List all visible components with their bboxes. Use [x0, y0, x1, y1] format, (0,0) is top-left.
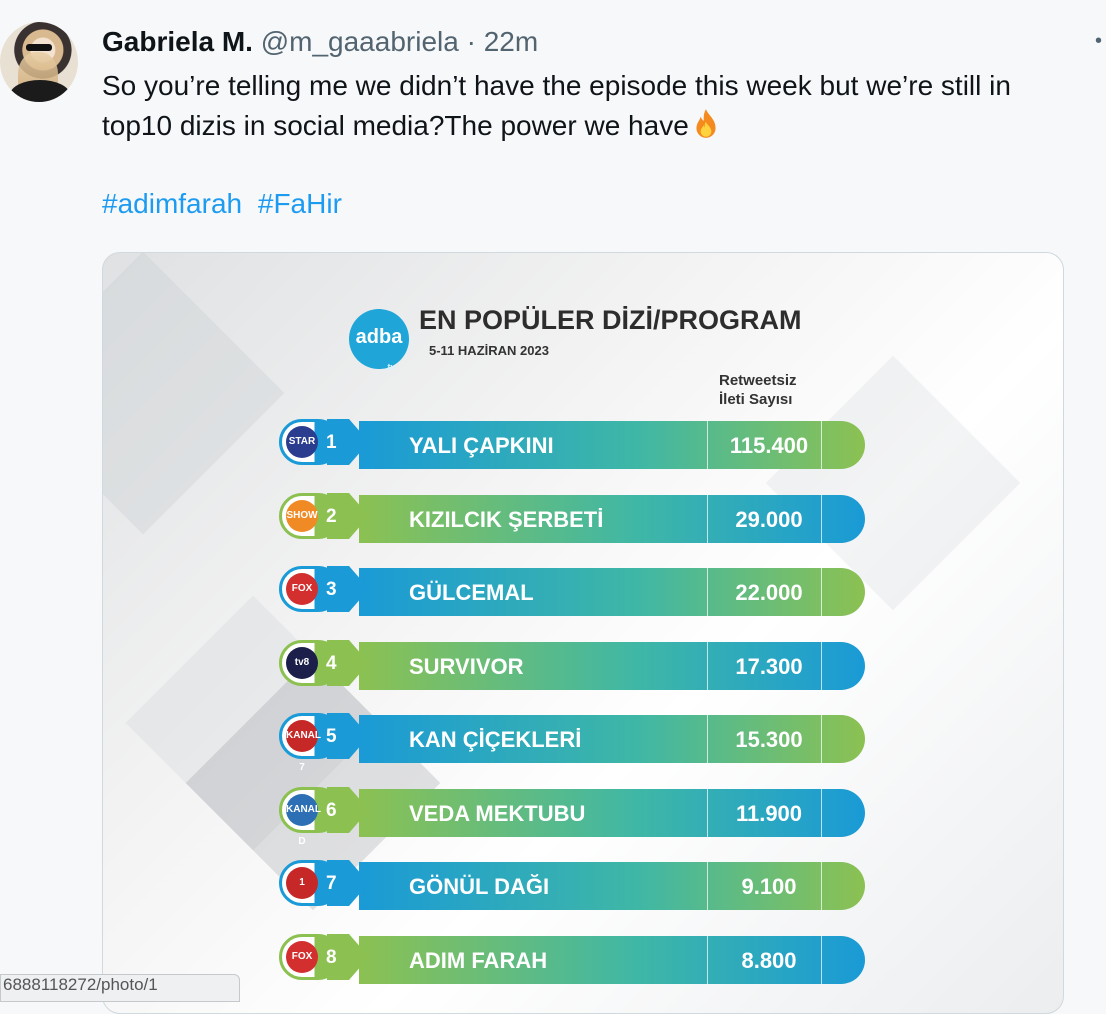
ranking-bar: VEDA MEKTUBU 11.900 — [359, 788, 865, 837]
rank-badge: KANAL D6 — [279, 786, 341, 847]
ranking-bar: KAN ÇİÇEKLERİ 15.300 — [359, 715, 865, 763]
post-count: 11.900 — [735, 800, 803, 826]
rank-badge: STAR 1 — [279, 419, 341, 465]
fire-icon — [696, 109, 716, 138]
tweet-text-line-2: top10 dizis in social media?The power we… — [102, 106, 1106, 146]
tweet-text-line-2-content: top10 dizis in social media?The power we… — [102, 110, 689, 141]
status-bar-url: 6888118272/photo/1 — [0, 974, 240, 1002]
rank-number: 5 — [326, 726, 337, 747]
ranking-row: KAN ÇİÇEKLERİ 15.300 KANAL 75 — [279, 713, 869, 773]
tweet-media-image[interactable]: adba .tv EN POPÜLER DİZİ/PROGRAM 5-11 HA… — [102, 252, 1064, 1014]
bar-divider — [821, 788, 822, 837]
tweet-header: Gabriela M. @m_gaaabriela · 22m — [102, 26, 538, 58]
channel-logo: tv8 — [286, 646, 318, 679]
rank-number: 1 — [326, 432, 337, 453]
rank-number: 6 — [326, 799, 337, 821]
ranking-row: GÖNÜL DAĞI 9.100 1 7 — [279, 860, 869, 912]
bar-divider — [821, 862, 822, 910]
post-count: 29.000 — [735, 506, 803, 532]
post-count: 15.300 — [735, 727, 803, 752]
column-header-line-2: İleti Sayısı — [719, 391, 793, 408]
bar-divider — [821, 568, 822, 616]
bar-divider — [707, 862, 708, 910]
show-name: KAN ÇİÇEKLERİ — [409, 727, 582, 752]
bar-divider — [821, 421, 822, 469]
bar-divider — [707, 421, 708, 469]
show-name: VEDA MEKTUBU — [409, 800, 586, 826]
rank-badge: SHOW 2 — [279, 492, 341, 539]
ranking-bar: ADIM FARAH 8.800 — [359, 935, 865, 984]
show-name: KIZILCIK ŞERBETİ — [409, 506, 604, 532]
channel-logo: FOX — [286, 940, 318, 973]
author-avatar[interactable] — [0, 22, 78, 102]
avatar-coat — [10, 80, 70, 102]
avatar-sunglasses — [26, 44, 52, 51]
tweet-text: So you’re telling me we didn’t have the … — [102, 66, 1106, 146]
post-count: 9.100 — [741, 874, 797, 899]
rank-badge: FOX 8 — [279, 933, 341, 980]
tweet-text-line-1: So you’re telling me we didn’t have the … — [102, 70, 1011, 101]
bar-divider — [707, 715, 708, 763]
rank-badge: FOX 3 — [279, 566, 341, 612]
infographic-date: 5-11 HAZİRAN 2023 — [429, 343, 549, 358]
ranking-bar: GÜLCEMAL 22.000 — [359, 568, 865, 616]
bar-divider — [707, 641, 708, 690]
show-name: GÜLCEMAL — [409, 580, 534, 605]
ranking-bar: GÖNÜL DAĞI 9.100 — [359, 862, 865, 910]
show-name: YALI ÇAPKINI — [409, 433, 554, 458]
bar-divider — [821, 935, 822, 984]
ranking-bar: SURVIVOR 17.300 — [359, 641, 865, 690]
bar-divider — [707, 568, 708, 616]
channel-logo: STAR — [286, 426, 318, 458]
bar-divider — [707, 788, 708, 837]
rank-badge: tv8 4 — [279, 639, 341, 686]
adba-logo-sub: .tv — [385, 362, 396, 372]
post-count: 115.400 — [729, 433, 809, 458]
more-options-icon[interactable]: • — [1095, 30, 1102, 53]
ranking-bar: KIZILCIK ŞERBETİ 29.000 — [359, 494, 865, 543]
rank-number: 7 — [326, 873, 337, 894]
ranking-row: ADIM FARAH 8.800 FOX 8 — [279, 933, 869, 986]
hashtag-list: #adimfarah #FaHir — [102, 188, 350, 220]
hashtag-fahir[interactable]: #FaHir — [258, 188, 342, 219]
ranking-row: KIZILCIK ŞERBETİ 29.000 SHOW 2 — [279, 492, 869, 545]
channel-logo: KANAL D — [286, 793, 321, 847]
show-name: ADIM FARAH — [409, 947, 548, 973]
channel-logo: 1 — [286, 867, 318, 899]
rank-badge: 17 — [279, 860, 341, 906]
rank-number: 2 — [326, 505, 337, 527]
author-name[interactable]: Gabriela M. — [102, 26, 253, 57]
infographic-title: EN POPÜLER DİZİ/PROGRAM — [419, 305, 802, 335]
hashtag-adimfarah[interactable]: #adimfarah — [102, 188, 242, 219]
background-diamond — [103, 253, 285, 535]
column-header-line-1: Retweetsiz — [719, 372, 797, 389]
ranking-row: YALI ÇAPKINI 115.400 STAR 1 — [279, 419, 869, 471]
channel-logo: FOX — [286, 573, 318, 605]
author-handle[interactable]: @m_gaaabriela — [261, 26, 459, 57]
show-name: GÖNÜL DAĞI — [409, 874, 550, 899]
channel-logo: SHOW — [286, 499, 318, 532]
rank-number: 3 — [326, 579, 337, 600]
rank-number: 8 — [326, 946, 337, 968]
rank-badge: KANAL 75 — [279, 713, 341, 773]
channel-logo: KANAL 7 — [286, 720, 321, 773]
tweet-time[interactable]: 22m — [484, 26, 538, 57]
rank-number: 4 — [326, 652, 337, 674]
column-header: Retweetsiz İleti Sayısı — [719, 371, 797, 409]
ranking-row: GÜLCEMAL 22.000 FOX 3 — [279, 566, 869, 618]
ranking-row: SURVIVOR 17.300 tv8 4 — [279, 639, 869, 692]
adba-logo: adba .tv — [349, 309, 409, 372]
bar-divider — [707, 935, 708, 984]
header-separator: · — [466, 26, 476, 57]
post-count: 8.800 — [741, 947, 797, 973]
bar-divider — [821, 641, 822, 690]
show-name: SURVIVOR — [409, 653, 524, 679]
post-count: 17.300 — [735, 653, 803, 679]
bar-divider — [821, 494, 822, 543]
bar-divider — [821, 715, 822, 763]
bar-divider — [707, 494, 708, 543]
post-count: 22.000 — [735, 580, 803, 605]
ranking-row: VEDA MEKTUBU 11.900 KANAL D6 — [279, 786, 869, 847]
ranking-bar: YALI ÇAPKINI 115.400 — [359, 421, 865, 469]
